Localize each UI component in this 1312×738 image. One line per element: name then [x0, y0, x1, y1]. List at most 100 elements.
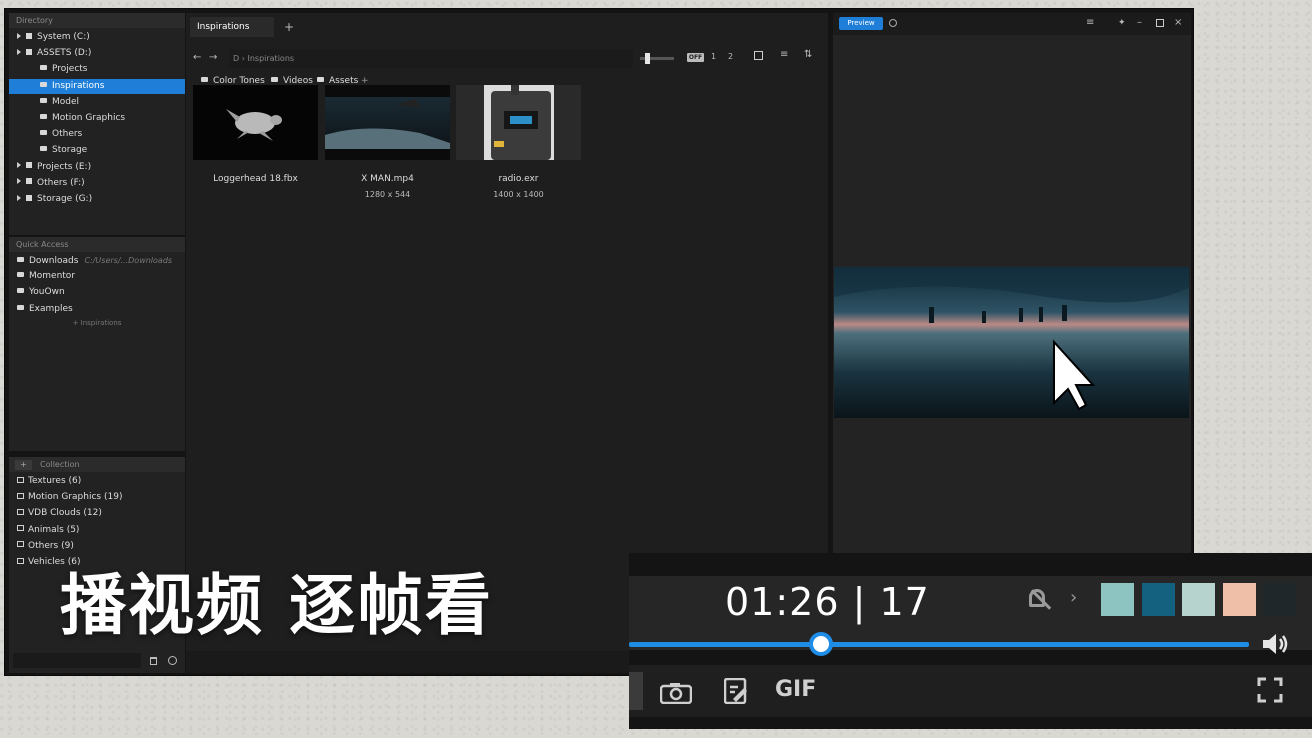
thumbnail-size-slider[interactable]	[640, 53, 674, 64]
chevron-right-icon[interactable]: ›	[1070, 587, 1077, 608]
folder-icon	[40, 146, 47, 152]
expand-caret-icon[interactable]	[17, 48, 21, 55]
toggle-off-badge[interactable]: OFF	[687, 53, 704, 62]
directory-item[interactable]: Others	[9, 127, 185, 142]
collection-item-label: Motion Graphics (19)	[28, 492, 123, 503]
path-drive[interactable]: D	[233, 54, 239, 63]
directory-item[interactable]: Model	[9, 95, 185, 110]
folder-icon	[317, 77, 324, 82]
image-collection-icon	[17, 492, 24, 499]
directory-item[interactable]: Storage	[9, 143, 185, 158]
thumbnail-xman[interactable]	[325, 85, 450, 160]
quick-access-item[interactable]: Examples	[9, 302, 185, 317]
directory-item[interactable]: Inspirations	[9, 78, 185, 94]
pin-icon[interactable]: ✦	[1118, 17, 1126, 29]
expand-caret-icon[interactable]	[17, 32, 21, 39]
image-collection-icon	[17, 557, 24, 564]
directory-item[interactable]: ASSETS (D:)	[9, 46, 185, 61]
thumbnail-radio[interactable]	[456, 85, 581, 160]
color-swatch[interactable]	[1101, 583, 1134, 616]
collection-item-label: Animals (5)	[28, 524, 80, 535]
preview-button[interactable]: Preview	[839, 17, 883, 30]
bottom-left-stub	[629, 672, 643, 710]
drive-icon	[26, 48, 32, 55]
quick-access-item[interactable]: Downloads C:/Users/...Downloads	[9, 253, 185, 268]
view-2-button[interactable]: 2	[728, 51, 733, 63]
directory-panel: Directory System (C:) ASSETS (D:) Projects…	[9, 13, 185, 235]
color-swatch[interactable]	[1141, 583, 1175, 616]
expand-caret-icon[interactable]	[17, 178, 21, 185]
directory-item[interactable]: Motion Graphics	[9, 111, 185, 126]
back-arrow-icon[interactable]: ←	[193, 52, 201, 64]
player-controls-zoom: 01:26 | 17 › GIF	[629, 553, 1312, 729]
quick-access-add[interactable]: + Inspirations	[9, 319, 185, 327]
directory-item-label: Projects	[52, 64, 88, 75]
quick-access-item[interactable]: Momentor	[9, 269, 185, 284]
quick-access-label: Examples	[29, 303, 73, 314]
edit-note-icon[interactable]	[723, 677, 748, 705]
directory-item-label: Storage (G:)	[37, 194, 93, 204]
image-collection-icon	[17, 541, 24, 548]
camera-icon[interactable]	[659, 682, 693, 705]
directory-item[interactable]: Storage (G:)	[9, 192, 185, 207]
mute-bell-icon[interactable]	[1029, 589, 1052, 610]
collection-item[interactable]: Animals (5)	[9, 523, 185, 538]
minimize-icon[interactable]: –	[1137, 17, 1142, 29]
path-bar[interactable]: D › Inspirations	[229, 49, 633, 68]
file-name: X MAN.mp4	[361, 174, 414, 184]
sort-order-icon[interactable]: ⇅	[804, 49, 812, 61]
quick-access-label: Momentor	[29, 271, 76, 282]
volume-icon[interactable]	[1261, 633, 1291, 655]
progress-bar[interactable]	[629, 642, 1249, 647]
sort-list-icon[interactable]: ≡	[780, 49, 788, 61]
fullscreen-icon[interactable]	[1257, 677, 1283, 703]
quick-access-header: Quick Access	[9, 237, 185, 252]
expand-caret-icon[interactable]	[17, 162, 21, 169]
directory-item[interactable]: Others (F:)	[9, 176, 185, 191]
timecode-display: 01:26 | 17	[725, 580, 930, 624]
path-folder[interactable]: Inspirations	[247, 54, 294, 63]
collection-add-button[interactable]: +	[15, 460, 32, 470]
color-swatch[interactable]	[1222, 583, 1256, 616]
close-icon[interactable]: ×	[1174, 17, 1182, 29]
history-icon[interactable]	[168, 656, 177, 665]
maximize-icon[interactable]	[1156, 19, 1164, 27]
collection-item[interactable]: Textures (6)	[9, 474, 185, 489]
folder-icon	[40, 130, 47, 136]
folder-icon	[40, 65, 47, 71]
directory-item-label: Motion Graphics	[52, 113, 126, 123]
directory-item[interactable]: Projects (E:)	[9, 160, 185, 175]
tab-inspirations[interactable]: Inspirations	[190, 17, 274, 37]
trash-icon[interactable]	[150, 657, 157, 665]
view-1-button[interactable]: 1	[711, 51, 716, 63]
video-frame-preview	[325, 85, 450, 160]
collection-item[interactable]: VDB Clouds (12)	[9, 506, 185, 521]
select-checkbox-icon[interactable]	[754, 51, 763, 60]
slider-handle[interactable]	[645, 53, 650, 64]
folder-icon	[40, 114, 47, 119]
thumbnail-loggerhead[interactable]	[193, 85, 318, 160]
folder-icon	[201, 77, 208, 82]
quick-access-label: Downloads	[29, 256, 79, 266]
preview-history-icon[interactable]	[889, 19, 897, 27]
video-caption-overlay: 播视频 逐帧看	[60, 567, 493, 644]
progress-knob[interactable]	[809, 632, 834, 656]
forward-arrow-icon[interactable]: →	[209, 52, 217, 64]
collection-header-label: Collection	[40, 460, 80, 469]
collection-search-input[interactable]	[13, 653, 141, 668]
directory-item-label: Others	[52, 129, 83, 140]
new-tab-button[interactable]: +	[284, 21, 294, 33]
color-swatch[interactable]	[1263, 583, 1296, 616]
drive-icon	[26, 32, 32, 39]
folder-icon	[40, 97, 47, 103]
quick-access-item[interactable]: YouOwn	[9, 285, 185, 300]
menu-icon[interactable]: ≡	[1086, 17, 1094, 29]
gif-button[interactable]: GIF	[775, 677, 816, 702]
directory-item[interactable]: System (C:)	[9, 30, 185, 45]
drive-icon	[26, 178, 32, 185]
expand-caret-icon[interactable]	[17, 194, 21, 201]
directory-header: Directory	[9, 13, 185, 28]
color-swatch[interactable]	[1182, 583, 1215, 616]
directory-item[interactable]: Projects	[9, 62, 185, 77]
collection-item[interactable]: Motion Graphics (19)	[9, 490, 185, 505]
